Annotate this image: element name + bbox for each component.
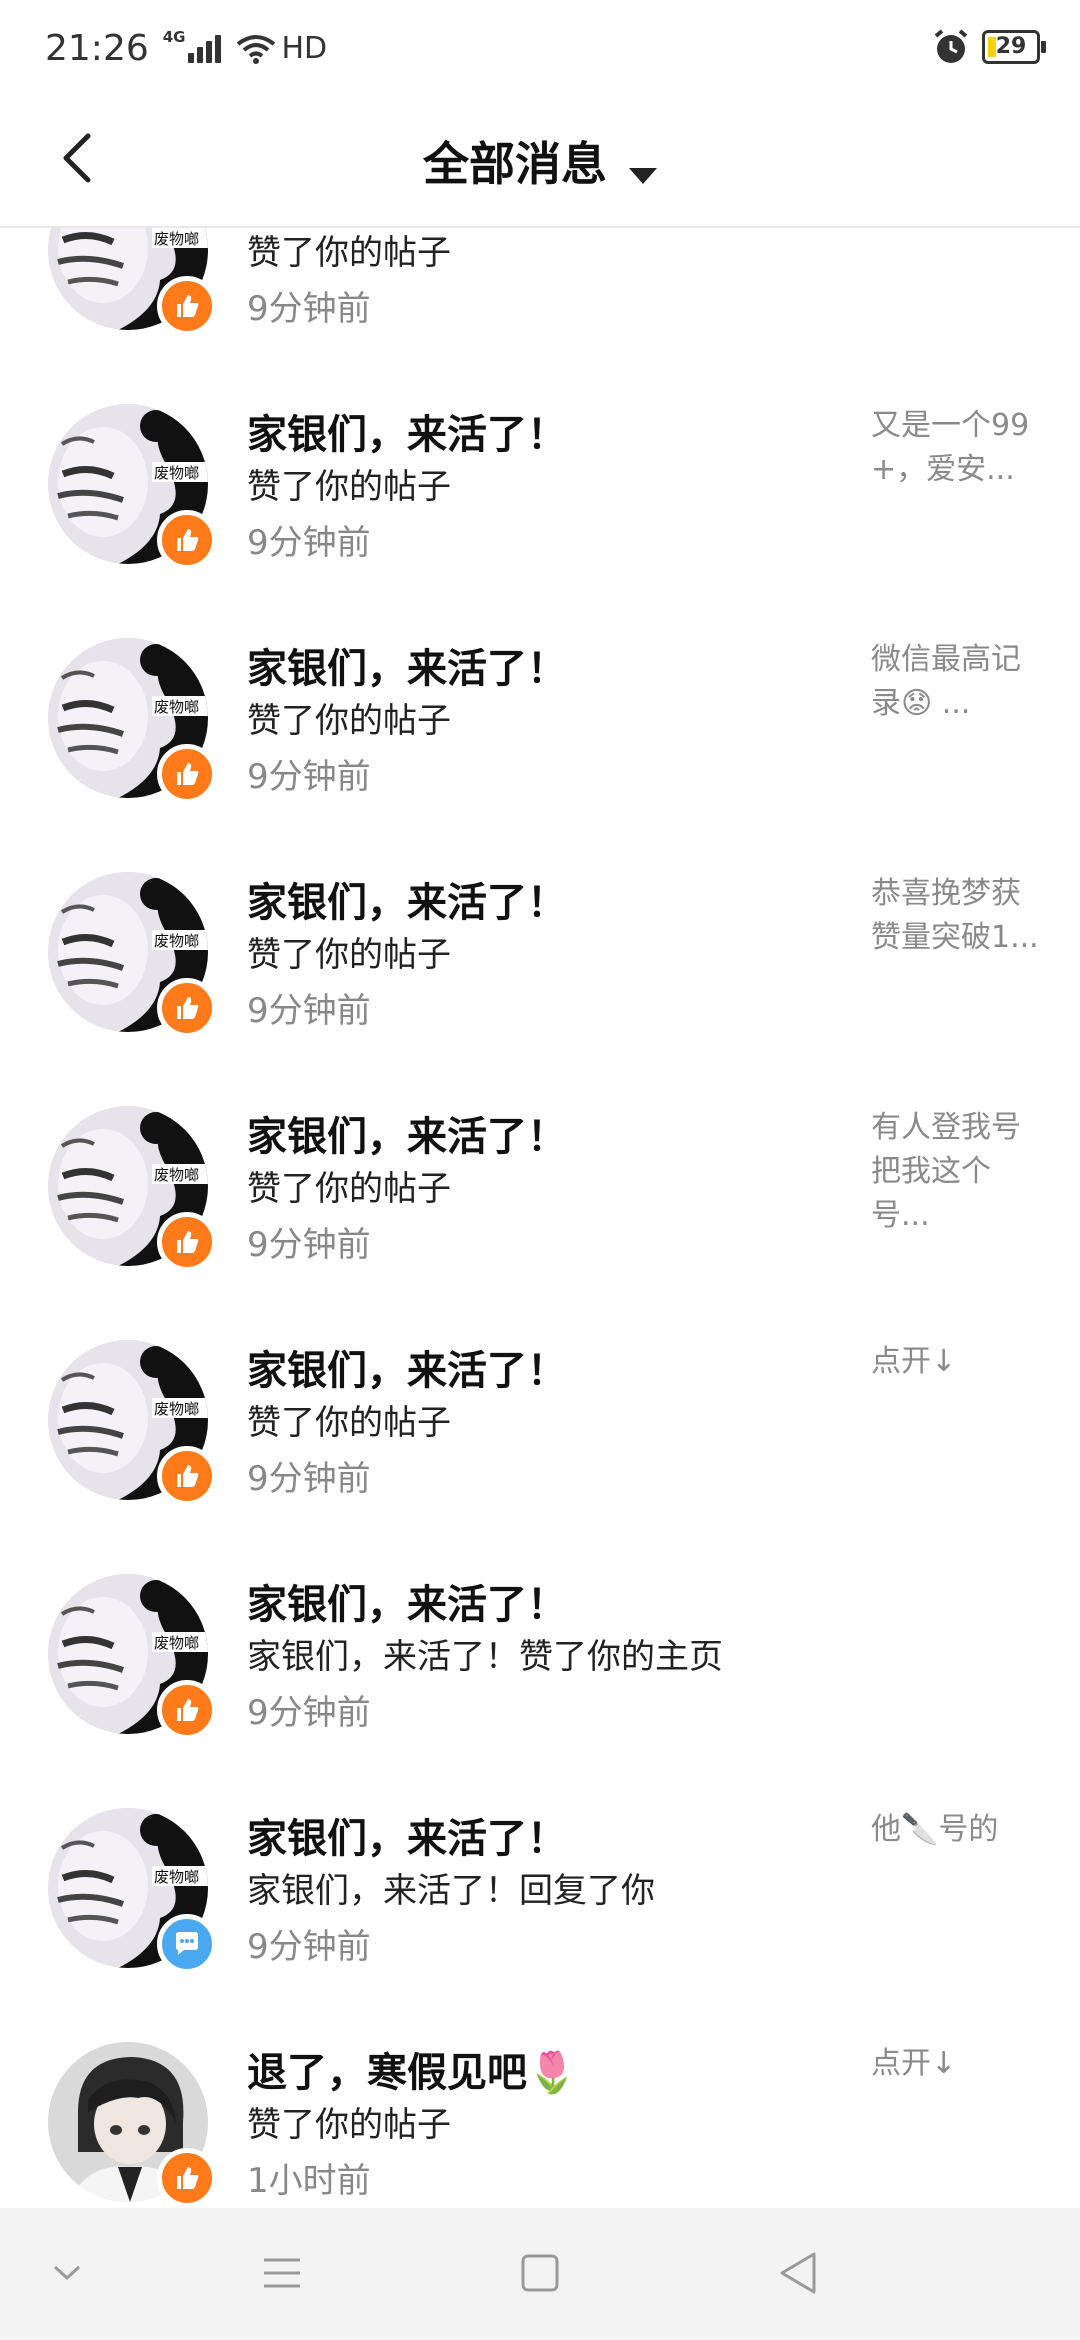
message-action: 赞了你的帖子 [247, 1169, 451, 1209]
sender-name[interactable]: 家银们，来活了！ [247, 1806, 567, 1864]
svg-text:废物啷: 废物啷 [154, 932, 199, 950]
message-item[interactable]: 退了，寒假见吧🌷 赞了你的帖子 1小时前 点开↓ [0, 2012, 1080, 2208]
message-action: 赞了你的帖子 [247, 935, 451, 975]
header: 全部消息 [0, 100, 1080, 228]
message-time: 9分钟前 [247, 991, 371, 1031]
home-square-icon[interactable] [510, 2248, 570, 2298]
svg-text:废物啷: 废物啷 [154, 230, 199, 248]
title-dropdown[interactable]: 全部消息 [0, 128, 1080, 194]
svg-text:废物啷: 废物啷 [154, 698, 199, 716]
message-item[interactable]: 废物啷 家银们，来活了！ 家银们，来活了！回复了你 9分钟前 他🔪号的 [0, 1778, 1080, 2012]
post-preview[interactable]: 有人登我号把我这个号... [871, 1106, 1046, 1238]
thumbs-up-icon [157, 1446, 217, 1506]
post-preview[interactable]: 又是一个99+，爱安... [871, 404, 1046, 492]
thumbs-up-icon [157, 276, 217, 336]
thumbs-up-icon [157, 978, 217, 1038]
message-time: 9分钟前 [247, 757, 371, 797]
sender-name[interactable]: 家银们，来活了！ [247, 870, 567, 928]
message-action: 家银们，来活了！赞了你的主页 [247, 1637, 723, 1677]
page-title[interactable]: 全部消息 [423, 137, 607, 191]
sender-name[interactable]: 家银们，来活了！ [247, 402, 567, 460]
message-action: 赞了你的帖子 [247, 467, 451, 507]
thumbs-up-icon [157, 510, 217, 570]
thumbs-up-icon [157, 744, 217, 804]
message-item[interactable]: 废物啷 家银们，来活了！ 赞了你的帖子 9分钟前 微信最高记录😟 ... [0, 608, 1080, 842]
message-time: 9分钟前 [247, 523, 371, 563]
thumbs-up-icon [157, 1680, 217, 1740]
post-preview[interactable]: 恭喜挽梦获赞量突破1... [871, 872, 1046, 960]
post-preview[interactable]: 他🔪号的 [871, 1808, 1046, 1852]
sender-name[interactable]: 家银们，来活了！ [247, 1338, 567, 1396]
post-preview[interactable]: 点开↓ [871, 1340, 1046, 1384]
svg-text:废物啷: 废物啷 [154, 1868, 199, 1886]
back-triangle-icon[interactable] [768, 2248, 828, 2298]
message-time: 9分钟前 [247, 1225, 371, 1265]
chat-bubble-icon [157, 1914, 217, 1974]
post-preview[interactable]: 点开↓ [871, 2042, 1046, 2086]
message-item[interactable]: 废物啷 家银们，来活了！ 赞了你的帖子 9分钟前 有人登我号把我这个号... [0, 1076, 1080, 1310]
sender-name[interactable]: 家银们，来活了！ [247, 1572, 567, 1630]
chevron-down-icon[interactable] [37, 2248, 97, 2298]
thumbs-up-icon [157, 1212, 217, 1272]
message-action: 家银们，来活了！回复了你 [247, 1871, 655, 1911]
message-time: 1小时前 [247, 2161, 371, 2201]
message-action: 赞了你的帖子 [247, 233, 451, 273]
message-list[interactable]: 废物啷 家银们，来活了！ 赞了你的帖子 9分钟前 废物啷 家银们，来活了！ 赞了… [0, 0, 1080, 2208]
svg-text:废物啷: 废物啷 [154, 1166, 199, 1184]
menu-icon[interactable] [252, 2248, 312, 2298]
post-preview[interactable]: 微信最高记录😟 ... [871, 638, 1046, 726]
svg-text:废物啷: 废物啷 [154, 1634, 199, 1652]
message-item[interactable]: 废物啷 家银们，来活了！ 赞了你的帖子 9分钟前 恭喜挽梦获赞量突破1... [0, 842, 1080, 1076]
sender-name[interactable]: 家银们，来活了！ [247, 636, 567, 694]
message-time: 9分钟前 [247, 1459, 371, 1499]
system-nav-bar [0, 2208, 1080, 2340]
sender-name[interactable]: 家银们，来活了！ [247, 1104, 567, 1162]
message-action: 赞了你的帖子 [247, 701, 451, 741]
message-time: 9分钟前 [247, 289, 371, 329]
message-time: 9分钟前 [247, 1927, 371, 1967]
sender-name[interactable]: 退了，寒假见吧🌷 [247, 2040, 577, 2098]
thumbs-up-icon [157, 2148, 217, 2208]
caret-down-icon[interactable] [629, 167, 657, 184]
svg-text:废物啷: 废物啷 [154, 464, 199, 482]
message-action: 赞了你的帖子 [247, 1403, 451, 1443]
message-item[interactable]: 废物啷 家银们，来活了！ 赞了你的帖子 9分钟前 点开↓ [0, 1310, 1080, 1544]
message-action: 赞了你的帖子 [247, 2105, 451, 2145]
message-item[interactable]: 废物啷 家银们，来活了！ 家银们，来活了！赞了你的主页 9分钟前 [0, 1544, 1080, 1778]
message-time: 9分钟前 [247, 1693, 371, 1733]
message-item[interactable]: 废物啷 家银们，来活了！ 赞了你的帖子 9分钟前 又是一个99+，爱安... [0, 374, 1080, 608]
svg-text:废物啷: 废物啷 [154, 1400, 199, 1418]
